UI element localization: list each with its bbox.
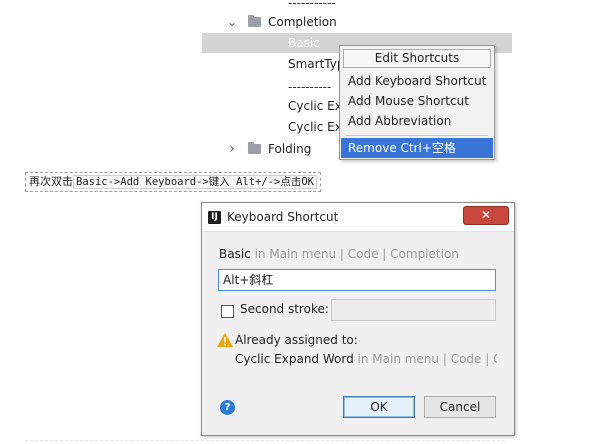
tree-node-cyclic-expand-1[interactable]: Cyclic Ex: [288, 96, 342, 116]
edit-shortcuts-context-menu: Edit Shortcuts Add Keyboard Shortcut Add…: [339, 45, 495, 160]
menu-item-add-keyboard-shortcut[interactable]: Add Keyboard Shortcut: [341, 71, 493, 91]
keyboard-shortcut-dialog: IJ Keyboard Shortcut ✕ Basic in Main men…: [201, 202, 515, 436]
warning-text: Already assigned to:: [235, 333, 358, 347]
menu-separator: [346, 135, 488, 136]
tree-node-basic[interactable]: Basic: [288, 33, 320, 53]
intellij-app-icon: IJ: [208, 211, 221, 224]
second-stroke-checkbox[interactable]: [221, 305, 234, 318]
menu-item-add-mouse-shortcut[interactable]: Add Mouse Shortcut: [341, 91, 493, 111]
instruction-caption: 再次双击 Basic->Add Keyboard->键入 Alt+/->点击OK: [25, 172, 321, 192]
instruction-code: Basic->Add Keyboard->键入 Alt+/->点击OK: [73, 175, 317, 189]
dialog-title-bar[interactable]: IJ Keyboard Shortcut ✕: [202, 203, 514, 232]
tree-node-label: Cyclic Ex: [288, 99, 342, 113]
divider: [25, 440, 505, 441]
tree-separator-top: -----------: [288, 0, 336, 10]
warning-icon: [217, 333, 233, 347]
action-path: Basic in Main menu | Code | Completion: [219, 247, 459, 261]
help-icon[interactable]: ?: [220, 400, 235, 415]
dialog-title: Keyboard Shortcut: [227, 210, 339, 224]
menu-item-remove-shortcut[interactable]: Remove Ctrl+空格: [341, 138, 493, 158]
tree-node-label: Basic: [288, 36, 320, 50]
folder-icon: [248, 142, 261, 154]
tree-node-cyclic-expand-2[interactable]: Cyclic Ex: [288, 117, 342, 137]
chevron-down-icon[interactable]: ⌄: [226, 12, 238, 32]
close-button[interactable]: ✕: [463, 206, 509, 225]
menu-item-add-abbreviation[interactable]: Add Abbreviation: [341, 111, 493, 131]
menu-title: Edit Shortcuts: [343, 49, 491, 68]
first-stroke-input[interactable]: Alt+斜杠: [218, 269, 496, 291]
folder-icon: [248, 15, 261, 27]
tree-node-label: Cyclic Ex: [288, 120, 342, 134]
conflicting-action: Cyclic Expand Word in Main menu | Code |…: [235, 352, 497, 366]
tree-node-label: Completion: [268, 15, 337, 29]
second-stroke-input[interactable]: [331, 299, 496, 321]
conflict-action-context: in Main menu | Code | C: [353, 352, 497, 366]
conflict-action-name: Cyclic Expand Word: [235, 352, 354, 366]
action-context: in Main menu | Code | Completion: [250, 247, 459, 261]
tree-node-label: Folding: [268, 142, 312, 156]
ok-button[interactable]: OK: [343, 396, 415, 418]
action-name: Basic: [219, 247, 251, 261]
tree-node-label: SmartTyp: [288, 57, 345, 71]
chevron-right-icon[interactable]: ›: [226, 139, 238, 159]
second-stroke-label: Second stroke:: [240, 302, 329, 316]
cancel-button[interactable]: Cancel: [424, 396, 496, 418]
tree-separator-mid: ----------: [288, 80, 332, 94]
instruction-prefix: 再次双击: [29, 175, 73, 188]
tree-node-smarttype[interactable]: SmartTyp: [288, 54, 344, 74]
